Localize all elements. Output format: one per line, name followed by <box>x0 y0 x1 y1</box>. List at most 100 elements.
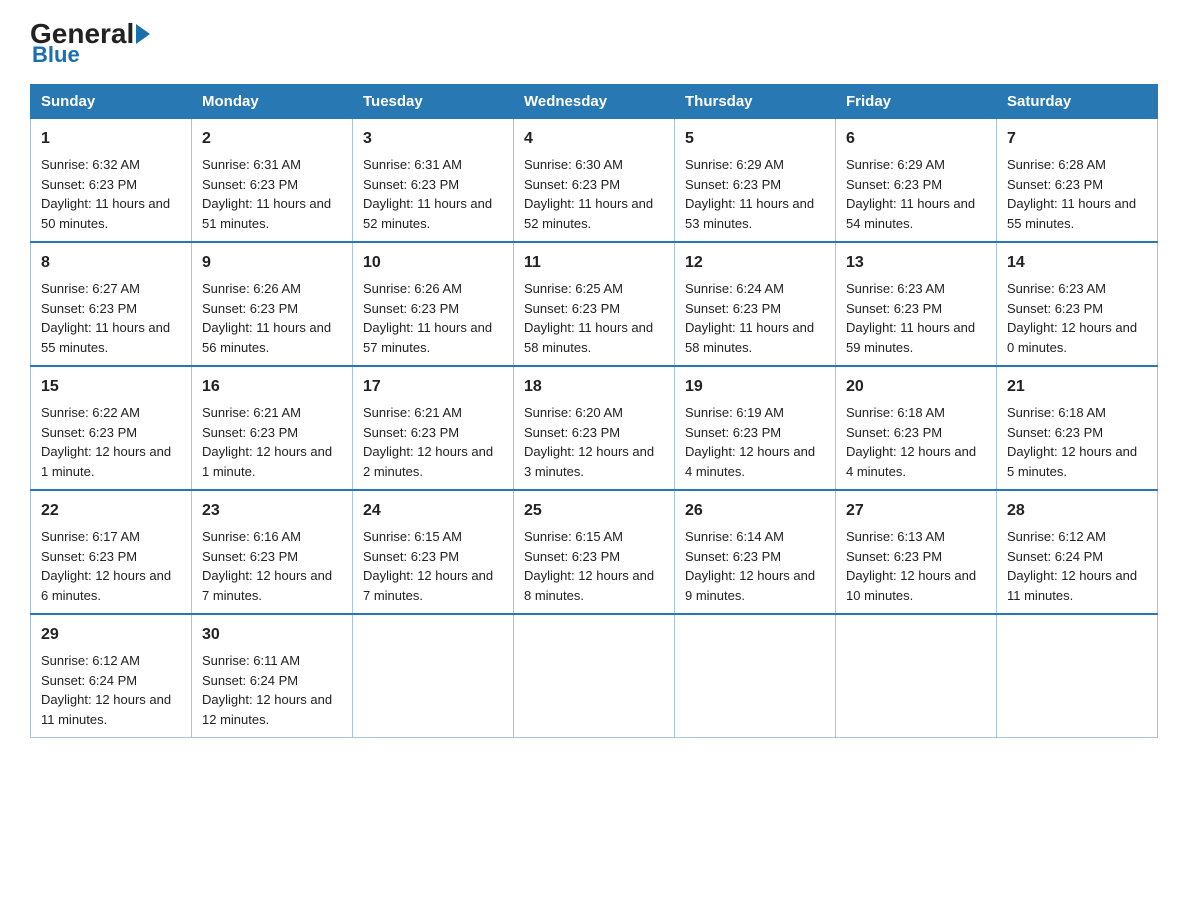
calendar-cell: 10Sunrise: 6:26 AMSunset: 6:23 PMDayligh… <box>353 242 514 366</box>
daylight-label: Daylight: 12 hours and 5 minutes. <box>1007 444 1137 479</box>
sunrise-label: Sunrise: 6:29 AM <box>685 157 784 172</box>
sunset-label: Sunset: 6:24 PM <box>1007 549 1103 564</box>
sunrise-label: Sunrise: 6:16 AM <box>202 529 301 544</box>
col-header-monday: Monday <box>192 85 353 119</box>
day-number: 8 <box>41 251 181 275</box>
sunrise-label: Sunrise: 6:27 AM <box>41 281 140 296</box>
daylight-label: Daylight: 11 hours and 58 minutes. <box>685 320 814 355</box>
sunrise-label: Sunrise: 6:24 AM <box>685 281 784 296</box>
sunset-label: Sunset: 6:23 PM <box>363 301 459 316</box>
calendar-week-row: 15 Sunrise: 6:22 AM Sunset: 6:23 PM Dayligh… <box>31 366 1158 490</box>
sunrise-label: Sunrise: 6:21 AM <box>363 405 462 420</box>
daylight-label: Daylight: 11 hours and 52 minutes. <box>524 196 653 231</box>
calendar-week-row: 22Sunrise: 6:17 AMSunset: 6:23 PMDayligh… <box>31 490 1158 614</box>
sunset-label: Sunset: 6:23 PM <box>1007 301 1103 316</box>
sunset-label: Sunset: 6:23 PM <box>1007 177 1103 192</box>
sunrise-label: Sunrise: 6:23 AM <box>1007 281 1106 296</box>
day-number: 1 <box>41 127 181 151</box>
sunset-label: Sunset: 6:23 PM <box>1007 425 1103 440</box>
day-number: 26 <box>685 499 825 523</box>
sunrise-label: Sunrise: 6:13 AM <box>846 529 945 544</box>
day-number: 20 <box>846 375 986 399</box>
calendar-cell: 15Sunrise: 6:22 AMSunset: 6:23 PMDayligh… <box>31 366 192 490</box>
day-number: 3 <box>363 127 503 151</box>
sunrise-label: Sunrise: 6:28 AM <box>1007 157 1106 172</box>
calendar-week-row: 29Sunrise: 6:12 AMSunset: 6:24 PMDayligh… <box>31 614 1158 738</box>
sunrise-label: Sunrise: 6:26 AM <box>363 281 462 296</box>
sunrise-label: Sunrise: 6:29 AM <box>846 157 945 172</box>
calendar-cell: 27Sunrise: 6:13 AMSunset: 6:23 PMDayligh… <box>836 490 997 614</box>
calendar-cell: 26Sunrise: 6:14 AMSunset: 6:23 PMDayligh… <box>675 490 836 614</box>
sunrise-label: Sunrise: 6:21 AM <box>202 405 301 420</box>
calendar-cell: 14Sunrise: 6:23 AMSunset: 6:23 PMDayligh… <box>997 242 1158 366</box>
sunset-label: Sunset: 6:23 PM <box>685 425 781 440</box>
sunrise-label: Sunrise: 6:31 AM <box>363 157 462 172</box>
daylight-label: Daylight: 12 hours and 7 minutes. <box>202 568 332 603</box>
daylight-label: Daylight: 12 hours and 9 minutes. <box>685 568 815 603</box>
sunset-label: Sunset: 6:23 PM <box>363 425 459 440</box>
sunset-label: Sunset: 6:23 PM <box>41 549 137 564</box>
daylight-label: Daylight: 11 hours and 57 minutes. <box>363 320 492 355</box>
day-number: 15 <box>41 375 181 399</box>
daylight-label: Daylight: 12 hours and 3 minutes. <box>524 444 654 479</box>
sunrise-label: Sunrise: 6:26 AM <box>202 281 301 296</box>
sunrise-label: Sunrise: 6:25 AM <box>524 281 623 296</box>
col-header-tuesday: Tuesday <box>353 85 514 119</box>
logo-blue: Blue <box>32 44 150 66</box>
day-number: 30 <box>202 623 342 647</box>
daylight-label: Daylight: 12 hours and 1 minute. <box>202 444 332 479</box>
daylight-label: Daylight: 12 hours and 1 minute. <box>41 444 171 479</box>
daylight-label: Daylight: 12 hours and 11 minutes. <box>1007 568 1137 603</box>
day-number: 7 <box>1007 127 1147 151</box>
calendar-cell <box>675 614 836 738</box>
sunrise-label: Sunrise: 6:17 AM <box>41 529 140 544</box>
sunrise-label: Sunrise: 6:12 AM <box>41 653 140 668</box>
day-number: 5 <box>685 127 825 151</box>
calendar-cell: 9Sunrise: 6:26 AMSunset: 6:23 PMDaylight… <box>192 242 353 366</box>
daylight-label: Daylight: 12 hours and 10 minutes. <box>846 568 976 603</box>
sunset-label: Sunset: 6:23 PM <box>846 177 942 192</box>
col-header-saturday: Saturday <box>997 85 1158 119</box>
col-header-friday: Friday <box>836 85 997 119</box>
calendar-cell: 18Sunrise: 6:20 AMSunset: 6:23 PMDayligh… <box>514 366 675 490</box>
calendar-cell: 7 Sunrise: 6:28 AM Sunset: 6:23 PM Daylight… <box>997 119 1158 243</box>
sunset-label: Sunset: 6:23 PM <box>846 301 942 316</box>
calendar-cell: 24Sunrise: 6:15 AMSunset: 6:23 PMDayligh… <box>353 490 514 614</box>
calendar-cell: 4Sunrise: 6:30 AMSunset: 6:23 PMDaylight… <box>514 119 675 243</box>
col-header-sunday: Sunday <box>31 85 192 119</box>
calendar-cell <box>836 614 997 738</box>
calendar-week-row: 8 Sunrise: 6:27 AM Sunset: 6:23 PM Daylight… <box>31 242 1158 366</box>
calendar-cell: 12Sunrise: 6:24 AMSunset: 6:23 PMDayligh… <box>675 242 836 366</box>
sunset-label: Sunset: 6:24 PM <box>41 673 137 688</box>
sunset-label: Sunset: 6:23 PM <box>202 177 298 192</box>
sunset-label: Sunset: 6:23 PM <box>685 549 781 564</box>
calendar-cell: 23 Sunrise: 6:16 AM Sunset: 6:23 PM Dayligh… <box>192 490 353 614</box>
day-number: 24 <box>363 499 503 523</box>
calendar-cell <box>514 614 675 738</box>
calendar-week-row: 1Sunrise: 6:32 AMSunset: 6:23 PMDaylight… <box>31 119 1158 243</box>
sunrise-label: Sunrise: 6:22 AM <box>41 405 140 420</box>
sunrise-label: Sunrise: 6:31 AM <box>202 157 301 172</box>
sunrise-label: Sunrise: 6:11 AM <box>202 653 300 668</box>
sunrise-label: Sunrise: 6:15 AM <box>363 529 462 544</box>
calendar-table: SundayMondayTuesdayWednesdayThursdayFrid… <box>30 84 1158 738</box>
day-number: 23 <box>202 499 342 523</box>
calendar-cell: 6Sunrise: 6:29 AMSunset: 6:23 PMDaylight… <box>836 119 997 243</box>
daylight-label: Daylight: 11 hours and 54 minutes. <box>846 196 975 231</box>
day-number: 21 <box>1007 375 1147 399</box>
calendar-cell: 30Sunrise: 6:11 AMSunset: 6:24 PMDayligh… <box>192 614 353 738</box>
sunset-label: Sunset: 6:23 PM <box>524 549 620 564</box>
daylight-label: Daylight: 11 hours and 55 minutes. <box>41 320 170 355</box>
day-number: 27 <box>846 499 986 523</box>
sunrise-label: Sunrise: 6:15 AM <box>524 529 623 544</box>
day-number: 14 <box>1007 251 1147 275</box>
sunrise-label: Sunrise: 6:12 AM <box>1007 529 1106 544</box>
page-header: General Blue <box>30 20 1158 66</box>
calendar-cell: 21Sunrise: 6:18 AMSunset: 6:23 PMDayligh… <box>997 366 1158 490</box>
sunrise-label: Sunrise: 6:18 AM <box>846 405 945 420</box>
day-number: 16 <box>202 375 342 399</box>
sunset-label: Sunset: 6:23 PM <box>202 549 298 564</box>
calendar-cell: 28Sunrise: 6:12 AMSunset: 6:24 PMDayligh… <box>997 490 1158 614</box>
daylight-label: Daylight: 11 hours and 55 minutes. <box>1007 196 1136 231</box>
calendar-cell: 5Sunrise: 6:29 AMSunset: 6:23 PMDaylight… <box>675 119 836 243</box>
